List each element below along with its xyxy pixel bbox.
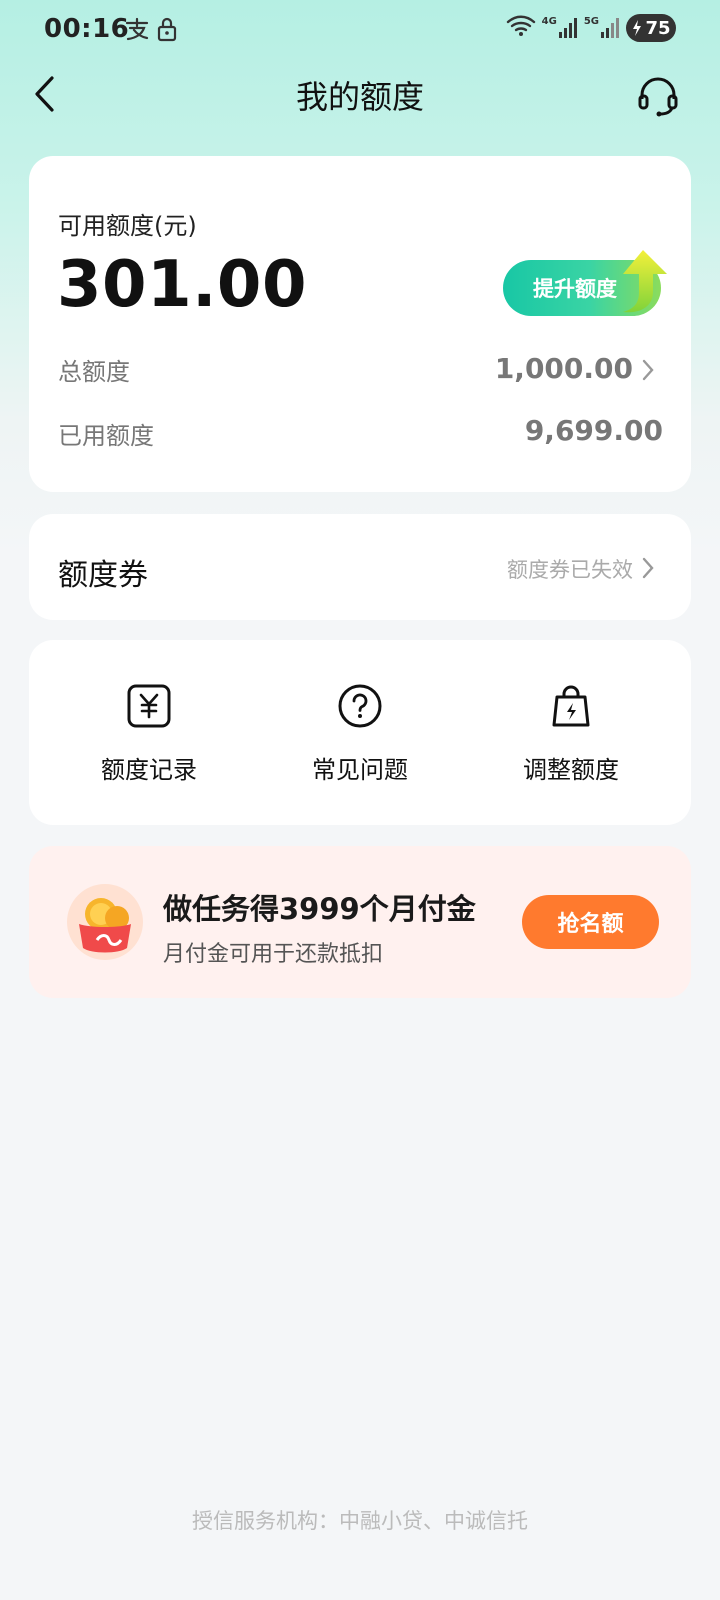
alipay-icon [124, 16, 150, 46]
status-time: 00:16 [44, 14, 130, 44]
credit-coupon-row[interactable]: 额度券 额度券已失效 [29, 514, 691, 620]
credit-summary-card: 可用额度(元) 301.00 提升额度 总额度 1,000.00 已用额度 9,… [29, 156, 691, 492]
headset-icon [638, 77, 678, 117]
coin-pouch-icon [67, 884, 143, 960]
lock-icon [156, 16, 178, 46]
wifi-icon [506, 14, 536, 42]
coupon-status: 额度券已失效 [507, 558, 633, 582]
task-promo-banner[interactable]: 做任务得3999个月付金 月付金可用于还款抵扣 抢名额 [29, 846, 691, 998]
menu-label: 调整额度 [523, 756, 619, 784]
quick-menu-card: 额度记录 常见问题 调整额度 [29, 640, 691, 825]
available-credit-value: 301.00 [57, 248, 307, 322]
up-arrow-icon [623, 250, 667, 313]
used-credit-value: 9,699.00 [524, 414, 663, 447]
signal-4g-icon: 4G [542, 17, 578, 39]
total-credit-label: 总额度 [58, 358, 130, 386]
status-bar: 00:16 4G 5G 75 [0, 0, 720, 60]
chevron-right-icon [642, 557, 654, 579]
network-label-4g: 4G [541, 16, 557, 27]
chevron-right-icon[interactable] [641, 358, 655, 382]
menu-label: 常见问题 [312, 756, 408, 784]
yuan-note-icon [123, 680, 175, 732]
used-credit-label: 已用额度 [58, 422, 154, 450]
menu-item-adjust-credit[interactable]: 调整额度 [471, 680, 671, 800]
battery-indicator: 75 [626, 14, 676, 42]
charging-icon [633, 20, 642, 36]
menu-item-credit-records[interactable]: 额度记录 [49, 680, 249, 800]
footer-institution-note: 授信服务机构：中融小贷、中诚信托 [192, 1509, 528, 1533]
lightning-bag-icon [545, 680, 597, 732]
promo-title: 做任务得3999个月付金 [163, 892, 476, 926]
total-credit-value[interactable]: 1,000.00 [495, 352, 633, 385]
battery-level: 75 [645, 17, 671, 39]
raise-credit-label: 提升额度 [533, 277, 617, 301]
page-title: 我的额度 [295, 78, 424, 116]
network-label-5g: 5G [583, 16, 599, 27]
coupon-title: 额度券 [58, 558, 148, 593]
menu-item-faq[interactable]: 常见问题 [260, 680, 460, 800]
promo-subtitle: 月付金可用于还款抵扣 [163, 942, 384, 967]
available-credit-label: 可用额度(元) [58, 212, 197, 240]
menu-label: 额度记录 [101, 756, 197, 784]
grab-spot-button[interactable]: 抢名额 [522, 895, 659, 949]
question-circle-icon [334, 680, 386, 732]
signal-5g-icon: 5G [584, 17, 620, 39]
header: 我的额度 [0, 60, 720, 132]
customer-service-button[interactable] [634, 72, 682, 120]
